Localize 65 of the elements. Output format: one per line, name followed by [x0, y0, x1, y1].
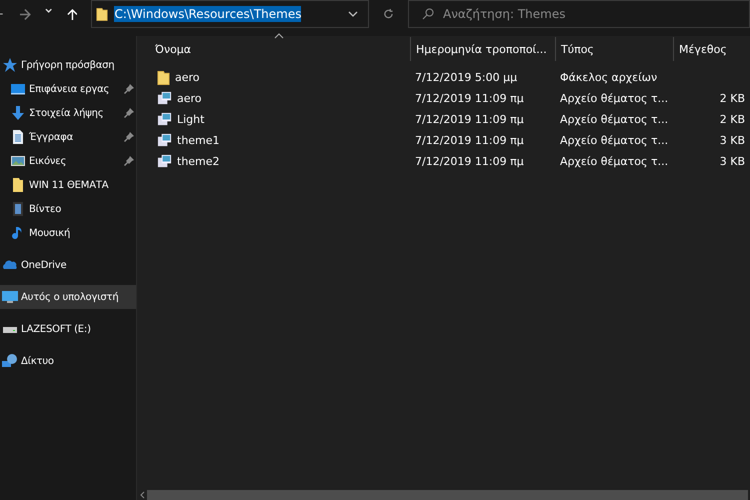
sidebar-item[interactable]: Εικόνες [0, 149, 136, 173]
monitor-icon [2, 289, 18, 305]
theme-file-icon [157, 154, 172, 169]
sidebar-item[interactable]: Γρήγορη πρόσβαση [0, 53, 136, 77]
address-field[interactable]: C:\Windows\Resources\Themes [91, 0, 370, 28]
size-cell: 3 KB [720, 134, 745, 147]
sidebar-item[interactable]: Στοιχεία λήψης [0, 101, 136, 125]
size-cell: 3 KB [720, 155, 745, 168]
pin-icon[interactable] [124, 132, 134, 142]
column-header[interactable]: Τύπος [555, 37, 673, 61]
type-cell: Αρχείο θέματος τ... [560, 134, 668, 147]
file-name[interactable]: aero [175, 71, 200, 84]
pin-icon[interactable] [124, 156, 134, 166]
type-cell: Αρχείο θέματος τ... [560, 113, 668, 126]
refresh-icon[interactable] [383, 8, 394, 20]
pin-icon[interactable] [124, 84, 134, 94]
film-icon [10, 201, 26, 217]
document-icon [10, 129, 26, 145]
desktop-icon [10, 81, 26, 97]
sidebar-item[interactable]: OneDrive [0, 253, 136, 277]
forward-arrow-icon[interactable] [19, 8, 32, 21]
sidebar-item[interactable]: LAZESOFT (E:) [0, 317, 136, 341]
sidebar-item[interactable]: Έγγραφα [0, 125, 136, 149]
search-icon [422, 8, 434, 20]
recent-locations-chevron-icon[interactable] [45, 8, 53, 14]
column-header[interactable]: Μέγεθος [673, 37, 749, 61]
size-cell: 2 KB [720, 92, 745, 105]
type-cell: Αρχείο θέματος τ... [560, 155, 668, 168]
star-icon [2, 57, 18, 73]
sidebar-item[interactable]: Δίκτυο [0, 349, 136, 373]
date-cell: 7/12/2019 11:09 πμ [415, 92, 524, 105]
theme-file-icon [157, 133, 172, 148]
size-cell: 2 KB [720, 113, 745, 126]
theme-file-icon [157, 91, 172, 106]
horizontal-scrollbar[interactable] [137, 490, 750, 500]
sidebar-item[interactable]: Βίντεο [0, 197, 136, 221]
date-cell: 7/12/2019 5:00 μμ [415, 71, 518, 84]
search-field[interactable]: Αναζήτηση: Themes [408, 0, 750, 28]
column-header[interactable]: Ημερομηνία τροποποί... [410, 37, 555, 61]
type-cell: Αρχείο θέματος τ... [560, 92, 668, 105]
dropdown-chevron-icon[interactable] [348, 11, 358, 17]
network-globe-icon [2, 353, 18, 369]
folder-icon [96, 6, 108, 22]
folder-icon [157, 70, 170, 86]
type-cell: Φάκελος αρχείων [560, 71, 658, 84]
download-arrow-icon [10, 105, 26, 121]
file-name[interactable]: theme2 [177, 155, 220, 168]
theme-file-icon [157, 112, 172, 127]
sidebar-item[interactable]: WIN 11 ΘΕΜΑΤΑ [0, 173, 136, 197]
sidebar-item[interactable]: Επιφάνεια εργας [0, 77, 136, 101]
up-arrow-icon[interactable] [66, 8, 78, 21]
date-cell: 7/12/2019 11:09 πμ [415, 155, 524, 168]
picture-icon [10, 153, 26, 169]
file-name[interactable]: theme1 [177, 134, 220, 147]
date-cell: 7/12/2019 11:09 πμ [415, 134, 524, 147]
scroll-left-icon[interactable] [139, 491, 145, 499]
file-name[interactable]: Light [177, 113, 204, 126]
column-header[interactable]: Όνομα [137, 37, 410, 61]
sidebar-item[interactable]: Μουσική [0, 221, 136, 245]
pin-icon[interactable] [124, 108, 134, 118]
date-cell: 7/12/2019 11:09 πμ [415, 113, 524, 126]
file-name[interactable]: aero [177, 92, 202, 105]
folder-icon [10, 177, 26, 193]
sort-caret-icon [274, 33, 284, 39]
sidebar-item[interactable]: Αυτός ο υπολογιστή [0, 285, 136, 309]
